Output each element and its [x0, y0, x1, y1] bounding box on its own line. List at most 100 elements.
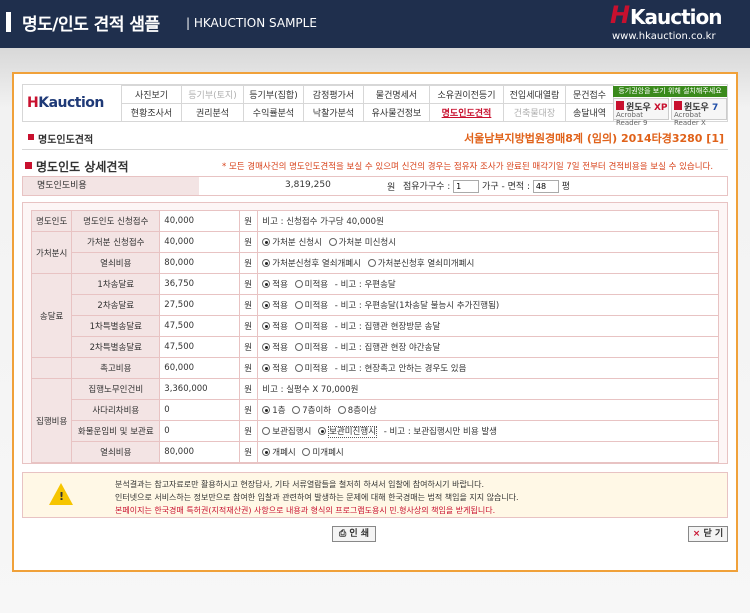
page-subtitle: | HKAUCTION SAMPLE: [186, 16, 317, 30]
radio-option[interactable]: 보관미진행시: [318, 426, 378, 438]
radio-option[interactable]: 가처분신청후 열쇠미개폐시: [367, 259, 474, 269]
hkauction-logo[interactable]: H Kauction www.hkauction.co.kr: [608, 1, 738, 45]
radio-icon[interactable]: [262, 301, 271, 309]
radio-option[interactable]: 개폐시: [262, 448, 296, 458]
occupants-input[interactable]: [453, 180, 480, 193]
nav-logo[interactable]: HKauction: [27, 95, 104, 111]
radio-icon[interactable]: [328, 238, 337, 246]
nav-item-photos[interactable]: 사진보기: [121, 85, 182, 104]
radio-icon[interactable]: [294, 322, 303, 330]
radio-option[interactable]: 가처분 신청시: [262, 238, 322, 248]
table-row: 열쇠비용 80,000 원 개폐시 미개폐시: [32, 441, 719, 463]
table-row: 가처분시 가처분 신청접수 40,000 원 가처분 신청시 가처분 미신청시: [30, 231, 719, 274]
radio-icon[interactable]: [262, 427, 271, 435]
nav-bar: HKauction 사진보기 등기부(토지) 등기부(집합) 감정평가서 물건명…: [22, 84, 728, 127]
notice-box: ! 분석결과는 참고자료로만 활용하시고 현장답사, 기타 서류열람들을 철저히…: [22, 472, 728, 518]
case-info: 서울남부지방법원경매8계 (임의) 2014타경3280 [1]: [464, 132, 724, 145]
radio-option[interactable]: 미적용: [294, 322, 328, 332]
radio-icon[interactable]: [294, 301, 303, 309]
logo-h: H: [610, 1, 631, 29]
radio-icon[interactable]: [262, 364, 271, 372]
radio-option[interactable]: 적용: [262, 322, 288, 332]
top-header: 명도/인도 견적 샘플 | HKAUCTION SAMPLE H Kauctio…: [0, 0, 750, 48]
summary-amount: 3,819,250: [285, 180, 331, 190]
radio-option[interactable]: 미적용: [294, 364, 328, 374]
nav-item-building-ledger[interactable]: 건축물대장: [503, 103, 566, 122]
nav-menu: 사진보기 등기부(토지) 등기부(집합) 감정평가서 물건명세서 소유권이전등기…: [121, 85, 614, 122]
main-frame: HKauction 사진보기 등기부(토지) 등기부(집합) 감정평가서 물건명…: [12, 72, 738, 572]
nav-item-household[interactable]: 전입세대열람: [503, 85, 566, 104]
radio-option[interactable]: 적용: [262, 364, 288, 374]
nav-item-ownership-transfer[interactable]: 소유권이전등기: [429, 85, 504, 104]
nav-item-property-spec[interactable]: 물건명세서: [363, 85, 430, 104]
summary-label: 명도인도비용: [23, 177, 199, 195]
radio-option[interactable]: 적용: [262, 280, 288, 290]
nav-item-registry-land[interactable]: 등기부(토지): [181, 85, 244, 104]
area-input[interactable]: [532, 180, 559, 193]
radio-option[interactable]: 적용: [262, 343, 288, 353]
nav-item-registry-set[interactable]: 등기부(집합): [243, 85, 304, 104]
bullet-icon: [28, 134, 34, 140]
table-row: 명도인도 명도인도 신청접수 40,000 원 비고 : 신청접수 가구당 40…: [30, 210, 719, 232]
radio-option[interactable]: 미개폐시: [302, 448, 344, 458]
acrobat-download: 등기권앙을 보기 위해 설치해주세요 윈도우 XP Acrobat Reader…: [613, 86, 727, 127]
title-marker: [6, 12, 11, 32]
acrobat-xp-button[interactable]: 윈도우 XP Acrobat Reader 9: [613, 98, 669, 127]
radio-icon[interactable]: [294, 280, 303, 288]
radio-option[interactable]: 가처분신청후 열쇠개폐시: [262, 259, 361, 269]
table-row: 집행비용 집행노무인건비 3,360,000 원 비고 : 실평수 X 70,0…: [30, 378, 719, 463]
estimate-table: 명도인도 명도인도 신청접수 40,000 원 비고 : 신청접수 가구당 40…: [30, 210, 719, 463]
radio-icon[interactable]: [302, 448, 311, 456]
radio-icon[interactable]: [262, 259, 271, 267]
notice-line-2: 인터넷으로 서비스하는 정보만으로 참여한 입찰과 관련하여 발생하는 문제에 …: [115, 493, 519, 502]
radio-icon[interactable]: [294, 343, 303, 351]
radio-icon[interactable]: [367, 259, 376, 267]
radio-option[interactable]: 미적용: [294, 301, 328, 311]
notice-line-1: 분석결과는 참고자료로만 활용하시고 현장답사, 기타 서류열람들을 철저히 하…: [115, 480, 485, 489]
bullet-icon: [25, 162, 32, 169]
table-row: 2차특별송달료 47,500 원 적용 미적용 - 비고 : 집행관 현장 야간…: [32, 336, 719, 358]
summary-won: 원: [387, 183, 396, 193]
radio-icon[interactable]: [292, 406, 301, 414]
table-row: 1차특별송달료 47,500 원 적용 미적용 - 비고 : 집행관 현장방문 …: [32, 315, 719, 337]
radio-option[interactable]: 미적용: [294, 280, 328, 290]
radio-option[interactable]: 가처분 미신청시: [328, 238, 396, 248]
nav-item-similar[interactable]: 유사물건정보: [363, 103, 430, 122]
acrobat-note: 등기권앙을 보기 위해 설치해주세요: [613, 86, 727, 97]
table-row: 사다리차비용 0 원 1층 7층이하 8층이상: [32, 399, 719, 421]
nav-item-appraisal[interactable]: 감정평가서: [303, 85, 364, 104]
radio-option[interactable]: 적용: [262, 301, 288, 311]
nav-item-rights[interactable]: 권리분석: [181, 103, 244, 122]
radio-option[interactable]: 1층: [262, 406, 286, 416]
detail-title: 명도인도 상세견적: [36, 160, 129, 174]
nav-item-delivery[interactable]: 송달내역: [565, 103, 614, 122]
close-button[interactable]: × 닫 기: [688, 526, 728, 542]
nav-item-yield[interactable]: 수익률분석: [243, 103, 304, 122]
radio-icon[interactable]: [337, 406, 346, 414]
acrobat-7-button[interactable]: 윈도우 7 Acrobat Reader X: [671, 98, 727, 127]
radio-option[interactable]: 미적용: [294, 343, 328, 353]
print-button[interactable]: ⎙ 인 쇄: [332, 526, 376, 542]
radio-icon[interactable]: [318, 427, 327, 435]
estimate-table-box: 명도인도 명도인도 신청접수 40,000 원 비고 : 신청접수 가구당 40…: [22, 202, 728, 464]
table-row: 화물운임비 및 보관료 0 원 보관집행시 보관미진행시 - 비고 : 보관집행…: [32, 420, 719, 442]
radio-icon[interactable]: [262, 343, 271, 351]
radio-icon[interactable]: [262, 406, 271, 414]
radio-option[interactable]: 7층이하: [292, 406, 331, 416]
radio-option[interactable]: 8층이상: [337, 406, 377, 416]
radio-icon[interactable]: [262, 448, 271, 456]
nav-item-documents[interactable]: 문건접수: [565, 85, 614, 104]
radio-icon[interactable]: [262, 280, 271, 288]
nav-item-winning-bid[interactable]: 낙찰가분석: [303, 103, 364, 122]
summary-inputs: 점유가구수 : 가구 - 면적 : 평: [403, 179, 570, 193]
printer-icon: ⎙: [338, 529, 347, 539]
radio-option[interactable]: 보관집행시: [262, 427, 311, 437]
radio-icon[interactable]: [262, 238, 271, 246]
nav-item-survey[interactable]: 현황조사서: [121, 103, 182, 122]
radio-icon[interactable]: [262, 322, 271, 330]
detail-header: 명도인도 상세견적 * 모든 경매사건의 명도인도견적을 보실 수 있으며 신건…: [22, 156, 728, 176]
radio-icon[interactable]: [294, 364, 303, 372]
section-header: 명도인도견적 서울남부지방법원경매8계 (임의) 2014타경3280 [1]: [22, 126, 728, 148]
nav-item-eviction-estimate[interactable]: 명도인도견적: [429, 103, 504, 122]
table-row: 2차송달료 27,500 원 적용 미적용 - 비고 : 우편송달(1차송달 불…: [32, 294, 719, 316]
